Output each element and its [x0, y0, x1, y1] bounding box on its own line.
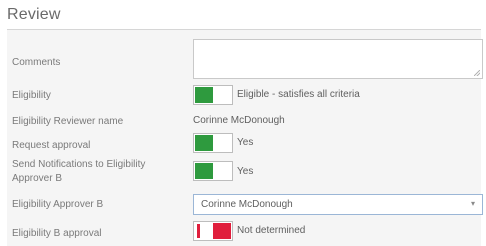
b-approval-value: Not determined	[237, 225, 306, 236]
send-notifications-label-line1: Send Notifications to Eligibility	[12, 159, 146, 170]
request-approval-toggle[interactable]	[193, 133, 233, 153]
send-notifications-toggle[interactable]	[193, 161, 233, 181]
comments-label: Comments	[12, 57, 61, 68]
toggle-off-indicator	[213, 223, 231, 239]
b-approval-toggle[interactable]	[193, 221, 233, 241]
request-approval-label: Request approval	[12, 140, 91, 151]
eligibility-label: Eligibility	[12, 90, 51, 101]
b-approval-label: Eligibility B approval	[12, 228, 102, 239]
toggle-on-indicator	[195, 135, 213, 151]
toggle-on-indicator	[195, 87, 213, 103]
comments-textarea[interactable]	[193, 39, 483, 79]
request-approval-value: Yes	[237, 137, 254, 148]
chevron-down-icon[interactable]: ▾	[471, 199, 475, 208]
approver-b-label: Eligibility Approver B	[12, 199, 104, 210]
send-notifications-label-line2: Approver B	[12, 173, 63, 184]
send-notifications-value: Yes	[237, 166, 254, 177]
toggle-on-indicator	[195, 163, 213, 179]
reviewer-name-value: Corinne McDonough	[193, 115, 285, 126]
approver-b-selected-value: Corinne McDonough	[201, 199, 293, 210]
toggle-knob	[197, 224, 200, 238]
section-title: Review	[7, 6, 61, 23]
eligibility-toggle[interactable]	[193, 85, 233, 105]
reviewer-name-label: Eligibility Reviewer name	[12, 116, 124, 127]
approver-b-select[interactable]: Corinne McDonough ▾	[193, 194, 483, 215]
resize-grip-icon[interactable]	[474, 70, 480, 76]
eligibility-value: Eligible - satisfies all criteria	[237, 89, 360, 100]
